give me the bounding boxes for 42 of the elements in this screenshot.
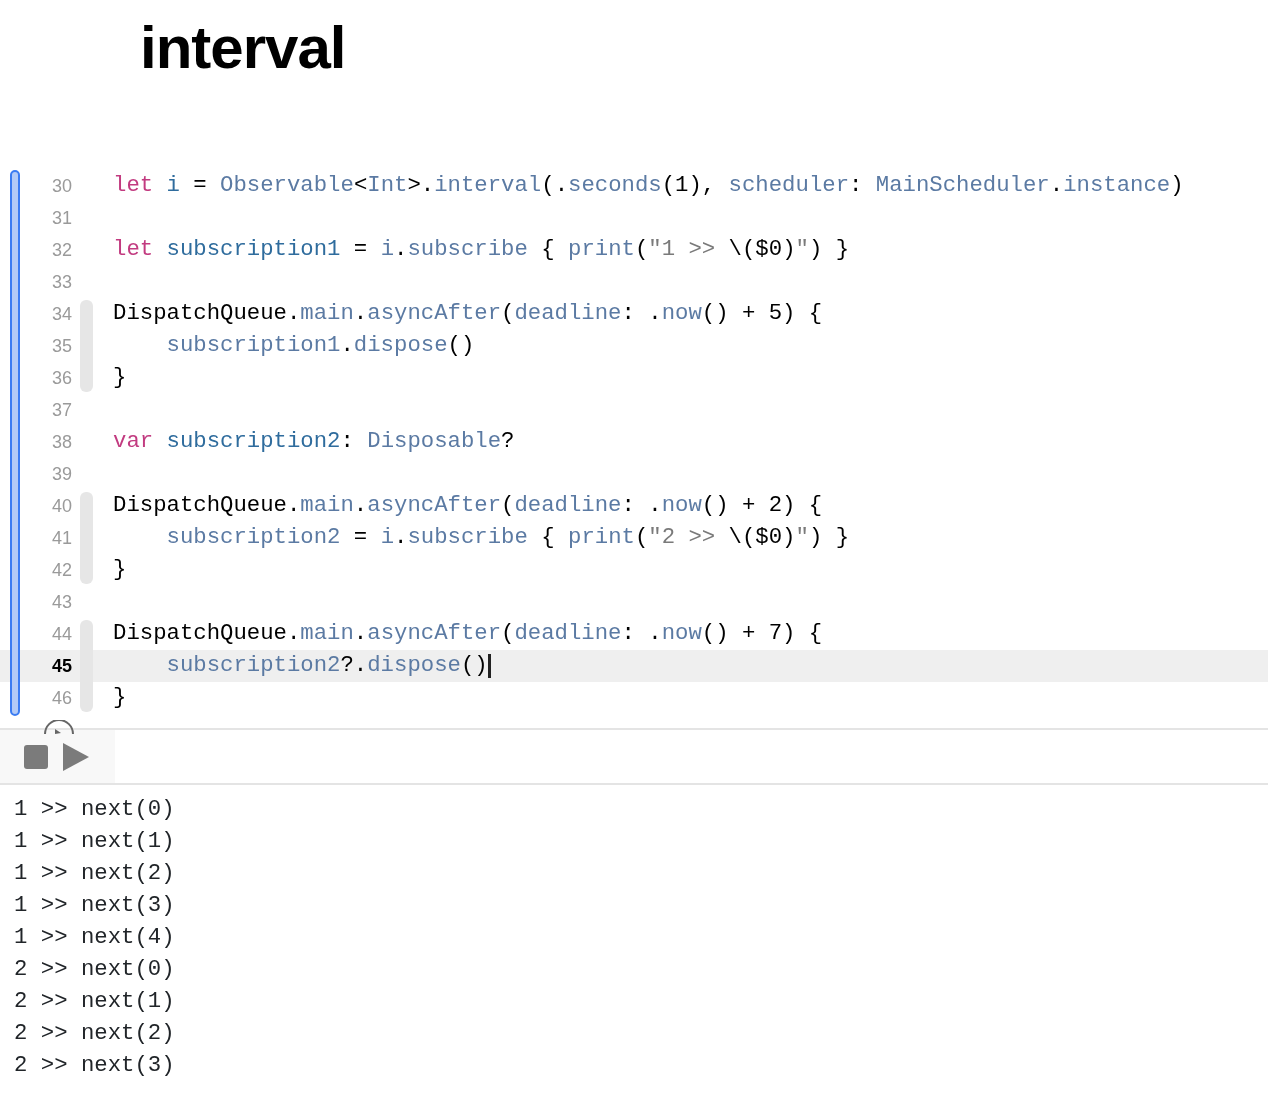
console-output-line: 2 >> next(0): [14, 955, 176, 984]
text-cursor: [487, 654, 491, 678]
line-number: 30: [50, 174, 72, 198]
line-number: 36: [50, 366, 72, 390]
code-line: }: [113, 555, 127, 585]
code-line: subscription2 = i.subscribe { print("2 >> \($0)") }: [165, 523, 850, 553]
line-number: 44: [50, 622, 72, 646]
line-number: 45: [50, 654, 72, 678]
line-number: 46: [50, 686, 72, 710]
code-line: subscription2?.dispose(): [165, 651, 488, 681]
line-number: 38: [50, 430, 72, 454]
line-number: 40: [50, 494, 72, 518]
line-number: 35: [50, 334, 72, 358]
line-number: 32: [50, 238, 72, 262]
code-line: subscription1.dispose(): [165, 331, 475, 361]
line-number: 43: [50, 590, 72, 614]
code-line: DispatchQueue.main.asyncAfter(deadline: .now() + 7) {: [113, 619, 823, 649]
stop-button[interactable]: [24, 744, 48, 769]
console-output-line: 2 >> next(1): [14, 987, 176, 1016]
console-output-line: 1 >> next(4): [14, 923, 176, 952]
code-line: }: [113, 363, 127, 393]
code-line: }: [113, 683, 127, 713]
console-output-line: 1 >> next(1): [14, 827, 176, 856]
code-line: var subscription2: Disposable?: [113, 427, 515, 457]
line-number: 39: [50, 462, 72, 486]
console-output-line: 1 >> next(2): [14, 859, 176, 888]
code-line: let i = Observable<Int>.interval(.seconds(1), scheduler: MainScheduler.instance): [113, 171, 1184, 201]
code-line: let subscription1 = i.subscribe { print("1 >> \($0)") }: [113, 235, 850, 265]
line-number: 37: [50, 398, 72, 422]
code-line: DispatchQueue.main.asyncAfter(deadline: .now() + 2) {: [113, 491, 823, 521]
line-number: 42: [50, 558, 72, 582]
line-number: 34: [50, 302, 72, 326]
console-output-line: 1 >> next(3): [14, 891, 176, 920]
line-number: 31: [50, 206, 72, 230]
console-output-line: 2 >> next(3): [14, 1051, 176, 1080]
line-number: 41: [50, 526, 72, 550]
code-line: DispatchQueue.main.asyncAfter(deadline: .now() + 5) {: [113, 299, 823, 329]
console-output-line: 1 >> next(0): [14, 795, 176, 824]
page-title: interval: [140, 18, 347, 78]
play-button[interactable]: [62, 742, 90, 771]
line-number: 33: [50, 270, 72, 294]
console-output-line: 2 >> next(2): [14, 1019, 176, 1048]
